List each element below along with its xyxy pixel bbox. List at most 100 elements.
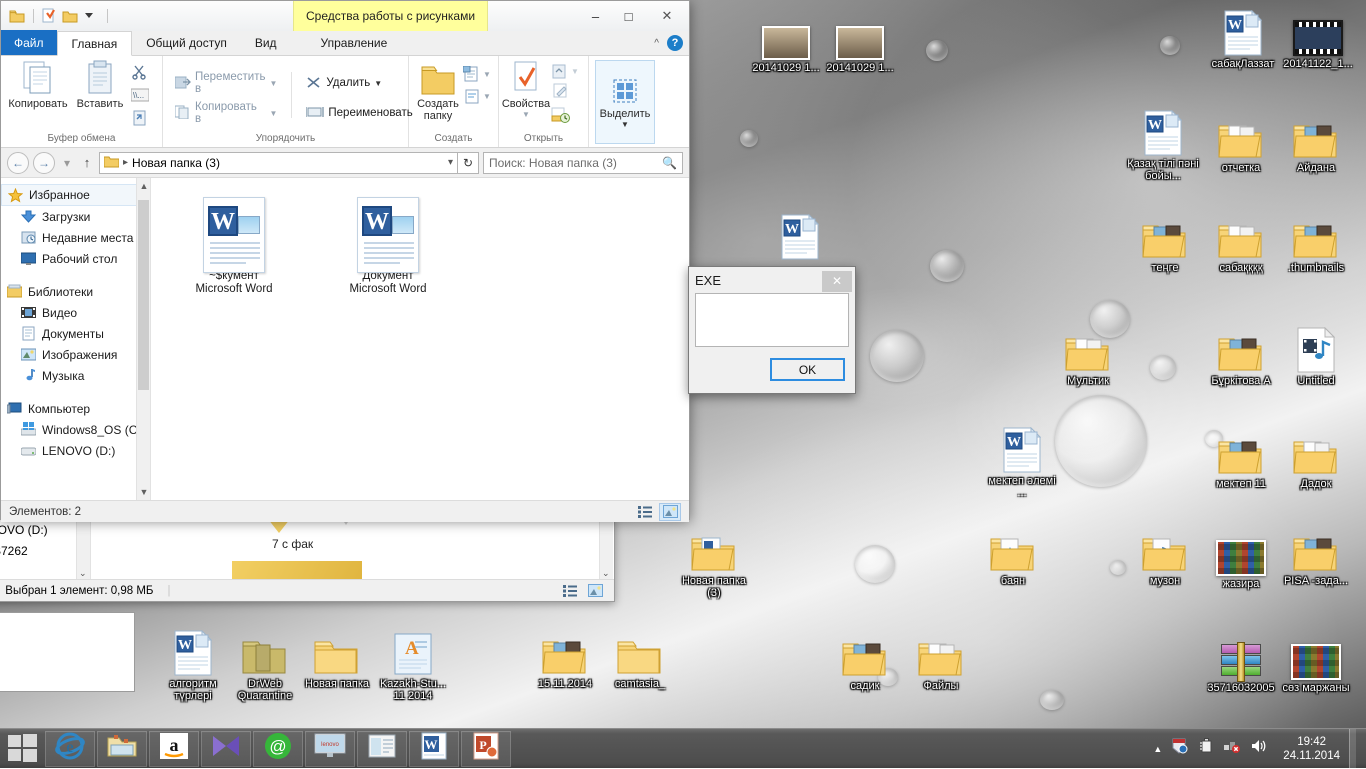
chevron-down-icon[interactable]: ▼ [374,79,382,88]
file-list[interactable]: W~$кументMicrosoft Word WДокументMicrosof… [151,178,689,500]
desktop-icon[interactable]: 15.11.2014 [527,628,603,690]
desktop-icon[interactable]: Дадок [1278,428,1354,490]
desktop-icon[interactable]: Новая папка [299,628,375,690]
view-buttons[interactable] [634,503,681,521]
properties-folder-icon[interactable] [9,8,26,25]
ribbon-group-open[interactable]: Свойства ▼ ▼ Открыть [499,56,589,147]
nav-item-изображения[interactable]: Изображения [1,344,150,365]
select-button[interactable]: Выделить ▼ [595,60,655,144]
address-bar[interactable]: ← → ▾ ↑ ▸ Новая папка (3) ▾ ↻ Поиск: Нов… [1,148,689,178]
move-to-button[interactable]: Переместить в ▼ [171,72,281,94]
desktop-icon[interactable]: WҚазақ тілі пәні бойы... [1125,108,1201,182]
system-tray[interactable]: ▲ 19:42 24.11.2014 [1153,729,1366,769]
ribbon-tab-row[interactable]: Файл Главная Общий доступ Вид Управление… [1,31,689,56]
edit-button[interactable] [551,83,579,103]
desktop-icon[interactable]: Wмектеп әлемі ... [984,425,1060,499]
ribbon-group-create[interactable]: Создать папку ▼ ▼ Создать [409,56,499,147]
chevron-down-icon[interactable]: ▾ [448,157,453,168]
chevron-down-icon[interactable]: ▼ [483,70,491,79]
background-window-3[interactable] [0,612,135,692]
desktop-icon[interactable]: музон [1127,525,1203,587]
tab-home[interactable]: Главная [57,31,133,56]
cut-icon[interactable] [131,64,149,85]
background-nav-scrollbar[interactable]: ⌄ [76,519,90,581]
tab-share[interactable]: Общий доступ [132,30,241,55]
file-item[interactable]: W~$кументMicrosoft Word [179,200,289,296]
rename-button[interactable]: Переименовать [302,102,416,124]
desktop-icon[interactable]: W [762,212,838,262]
chevron-down-icon[interactable]: ▼ [522,110,530,119]
ribbon-group-select[interactable]: Выделить ▼ [589,56,655,147]
desktop-icon[interactable]: сөз маржаны [1278,632,1354,694]
desktop-icon[interactable]: .thumbnails [1278,212,1354,274]
desktop-icon[interactable]: 20141122_1... [1280,8,1356,70]
nav-item-lenovo-d-[interactable]: LENOVO (D:) [1,440,150,461]
desktop-icon[interactable]: Wалгоритм түрлері [155,628,231,702]
breadcrumb-current[interactable]: Новая папка (3) [132,156,220,170]
desktop-icon[interactable]: жазира [1203,528,1279,590]
open-with-button[interactable]: ▼ [551,64,579,79]
scroll-down-icon[interactable]: ⌄ [79,568,87,579]
taskbar-item-microsoft-powerpoint[interactable]: P [461,731,511,767]
volume-icon[interactable] [1250,738,1268,759]
nav-item-музыка[interactable]: Музыка [1,365,150,386]
show-hidden-icons-icon[interactable]: ▲ [1153,744,1162,754]
large-icons-view-icon[interactable] [584,582,606,600]
battery-icon[interactable] [1198,738,1214,759]
nav-item-избранное[interactable]: Избранное [1,184,150,206]
recent-locations-chevron-icon[interactable]: ▾ [59,152,75,174]
open-small-buttons[interactable]: ▼ [551,60,579,128]
desktop-icon[interactable]: садик [827,630,903,692]
nav-item-видео[interactable]: Видео [1,302,150,323]
desktop-icon[interactable]: DrWeb Quarantine [227,628,303,702]
file-item[interactable]: WДокументMicrosoft Word [333,200,443,296]
customize-qat-chevron-icon[interactable] [83,8,100,25]
background-explorer-nav[interactable]: NOVO (D:) -S7262 ⌄ [0,519,91,581]
explorer-window[interactable]: Новая папка (3) Средства работы с рисунк… [0,0,690,520]
large-icons-view-icon[interactable] [659,503,681,521]
taskbar-item-file-explorer[interactable] [97,731,147,767]
chevron-down-icon[interactable]: ▼ [483,92,491,101]
ok-button[interactable]: OK [770,358,845,381]
maximize-button[interactable]: □ [612,1,645,31]
delete-button[interactable]: Удалить ▼ [302,72,416,94]
collapse-ribbon-icon[interactable]: ^ [654,38,659,49]
antivirus-icon[interactable] [1171,738,1189,759]
taskbar-item-internet-explorer[interactable]: e [45,731,95,767]
undo-folder-icon[interactable] [62,8,79,25]
taskbar-item-messenger[interactable]: @ [253,731,303,767]
breadcrumb-separator-icon[interactable]: ▸ [123,157,128,168]
show-desktop-button[interactable] [1349,729,1356,769]
taskbar-item-lenovo-app[interactable]: lenovo [305,731,355,767]
minimize-button[interactable]: – [579,1,612,31]
taskbar-item-microsoft-word[interactable]: W [409,731,459,767]
nav-item-компьютер[interactable]: Компьютер [1,398,150,419]
explorer-body[interactable]: ▲ ▼ ИзбранноеЗагрузкиНедавние местаРабоч… [1,178,689,500]
desktop-icon[interactable]: AKazakh-Stu... 11 2014 [375,628,451,702]
windows-start-icon[interactable] [0,729,44,769]
desktop-icon[interactable]: 20141029 1... [748,12,824,74]
desktop-icon[interactable]: WсабақЛаззат [1205,8,1281,70]
scroll-thumb[interactable] [138,200,149,390]
desktop-icon[interactable]: Новая папка (3) [676,525,752,599]
nav-item-загрузки[interactable]: Загрузки [1,206,150,227]
desktop-icon[interactable]: 35716032005 [1203,632,1279,694]
background-content-scrollbar[interactable]: ⌄ [599,519,613,581]
chevron-down-icon[interactable]: ▼ [270,79,278,88]
details-view-icon[interactable] [559,582,581,600]
desktop-icon[interactable]: Untitled [1278,325,1354,387]
tab-manage[interactable]: Управление [291,30,418,55]
chevron-down-icon[interactable]: ▼ [571,67,579,76]
paste-button[interactable]: Вставить [69,60,131,110]
new-item-button[interactable]: ▼ [463,66,491,82]
chevron-down-icon[interactable]: ▼ [270,109,278,118]
new-folder-button[interactable]: Создать папку [409,60,463,122]
desktop-icon[interactable]: Файлы [903,630,979,692]
up-arrow-icon[interactable]: ↑ [79,152,95,174]
back-arrow-icon[interactable]: ← [7,152,29,174]
chevron-down-icon[interactable]: ▼ [621,120,629,129]
desktop-icon[interactable]: 20141029 1... [822,12,898,74]
desktop-icon[interactable]: сабаққққ [1203,212,1279,274]
close-icon[interactable]: ✕ [822,271,852,292]
tab-file[interactable]: Файл [1,30,57,55]
